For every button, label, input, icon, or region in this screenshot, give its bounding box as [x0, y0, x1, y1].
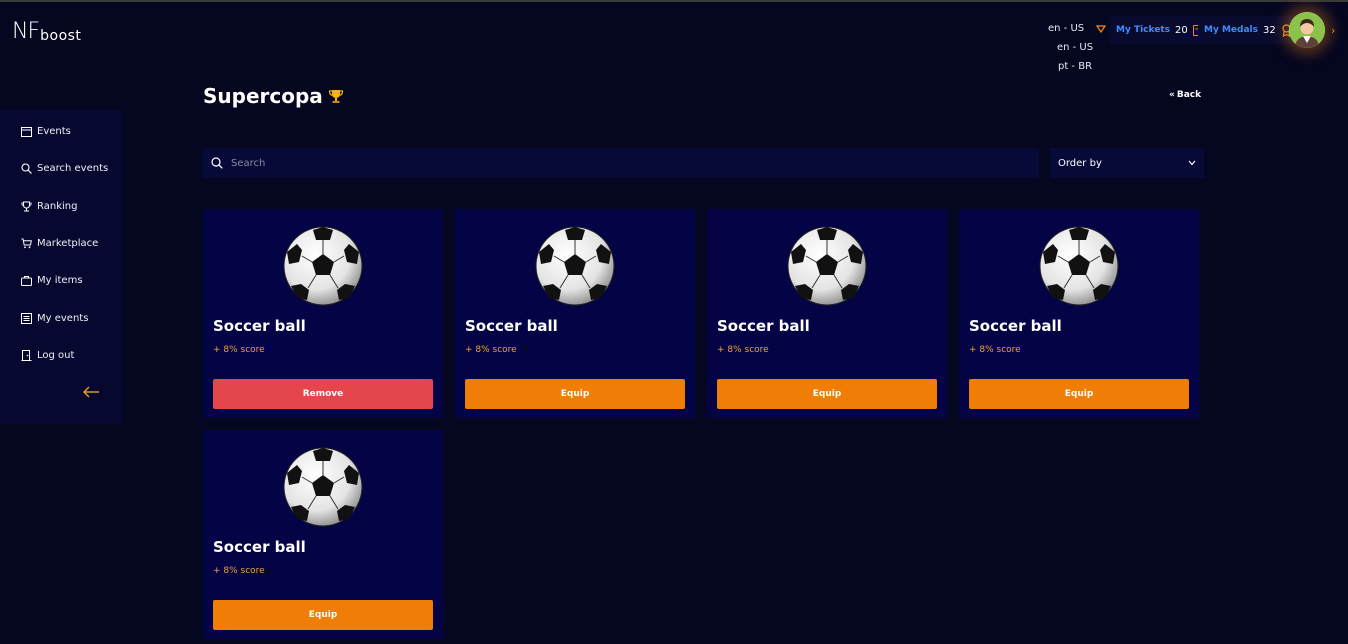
- item-name: Soccer ball: [213, 317, 306, 335]
- soccer-ball-icon: [787, 226, 867, 306]
- arrow-left-icon[interactable]: [82, 386, 100, 398]
- search-icon: [211, 157, 223, 169]
- language-selector[interactable]: en - US: [1048, 23, 1107, 34]
- list-icon: [21, 312, 32, 324]
- equip-button[interactable]: Equip: [969, 379, 1189, 409]
- item-name: Soccer ball: [465, 317, 558, 335]
- chevron-down-icon: [1188, 160, 1196, 166]
- sidebar-item-search-events[interactable]: Search events: [21, 159, 108, 177]
- sidebar-item-ranking[interactable]: Ranking: [21, 197, 77, 215]
- item-card: Soccer ball + 8% score Equip: [455, 209, 695, 418]
- my-tickets[interactable]: My Tickets 20 +: [1110, 16, 1210, 44]
- logout-icon: [21, 349, 32, 361]
- sidebar-item-label: Marketplace: [37, 237, 99, 249]
- equip-button[interactable]: Equip: [717, 379, 937, 409]
- sidebar-item-my-items[interactable]: My items: [21, 271, 83, 289]
- page-title: Supercopa: [203, 84, 344, 108]
- item-bonus: + 8% score: [213, 345, 265, 355]
- equip-button[interactable]: Equip: [465, 379, 685, 409]
- language-option-pt-br[interactable]: pt - BR: [1050, 57, 1100, 76]
- tickets-label: My Tickets: [1116, 25, 1171, 35]
- sidebar-item-events[interactable]: Events: [21, 122, 71, 140]
- soccer-ball-icon: [535, 226, 615, 306]
- item-bonus: + 8% score: [465, 345, 517, 355]
- sidebar-item-label: Ranking: [37, 200, 78, 212]
- logo[interactable]: NF boost: [12, 20, 81, 44]
- order-by-select[interactable]: Order by: [1050, 148, 1204, 178]
- item-name: Soccer ball: [717, 317, 810, 335]
- logo-wordmark: boost: [40, 27, 82, 44]
- sidebar-item-marketplace[interactable]: Marketplace: [21, 234, 98, 252]
- back-button[interactable]: « Back: [1169, 90, 1201, 100]
- bag-icon: [21, 275, 32, 286]
- item-name: Soccer ball: [213, 538, 306, 556]
- medals-label: My Medals: [1204, 25, 1258, 35]
- sidebar-item-label: Events: [37, 125, 71, 137]
- search-input[interactable]: [231, 157, 1011, 169]
- trophy-icon: [328, 90, 343, 103]
- sidebar-item-label: Log out: [37, 349, 75, 361]
- logo-mark: NF: [12, 19, 40, 44]
- back-label: Back: [1176, 90, 1202, 100]
- item-card: Soccer ball + 8% score Equip: [203, 430, 443, 639]
- user-avatar-icon: [1289, 12, 1325, 48]
- medals-count: 32: [1262, 24, 1276, 36]
- sidebar-item-label: My items: [37, 274, 83, 286]
- tickets-count: 20: [1175, 24, 1188, 36]
- soccer-ball-icon: [1039, 226, 1119, 306]
- search-bar: [203, 148, 1039, 178]
- equip-button[interactable]: Equip: [213, 600, 433, 630]
- avatar[interactable]: [1289, 12, 1325, 48]
- sidebar-item-my-events[interactable]: My events: [21, 309, 88, 327]
- item-bonus: + 8% score: [213, 566, 265, 576]
- calendar-icon: [21, 126, 32, 137]
- item-bonus: + 8% score: [969, 345, 1021, 355]
- soccer-ball-icon: [283, 226, 363, 306]
- order-by-label: Order by: [1058, 157, 1102, 169]
- language-selected: en - US: [1048, 23, 1085, 34]
- page-title-text: Supercopa: [203, 84, 323, 108]
- soccer-ball-icon: [283, 447, 363, 527]
- remove-button[interactable]: Remove: [213, 379, 433, 409]
- sidebar-item-log-out[interactable]: Log out: [21, 346, 74, 364]
- item-bonus: + 8% score: [717, 345, 769, 355]
- trophy-icon: [21, 201, 32, 211]
- sidebar: [0, 110, 122, 424]
- language-menu: en - US pt - BR: [1050, 38, 1100, 76]
- top-border: [0, 0, 1348, 2]
- language-option-en-us[interactable]: en - US: [1050, 38, 1100, 57]
- item-card: Soccer ball + 8% score Equip: [959, 209, 1199, 418]
- item-card: Soccer ball + 8% score Equip: [707, 209, 947, 418]
- item-name: Soccer ball: [969, 317, 1062, 335]
- cart-icon: [21, 238, 32, 248]
- double-chevron-left-icon: «: [1169, 90, 1175, 100]
- chevron-right-icon[interactable]: ›: [1331, 24, 1335, 37]
- caret-down-icon: [1096, 24, 1107, 33]
- my-medals[interactable]: My Medals 32: [1198, 16, 1298, 44]
- sidebar-item-label: My events: [37, 312, 89, 324]
- search-icon: [21, 162, 32, 174]
- sidebar-item-label: Search events: [37, 162, 109, 174]
- item-card: Soccer ball + 8% score Remove: [203, 209, 443, 418]
